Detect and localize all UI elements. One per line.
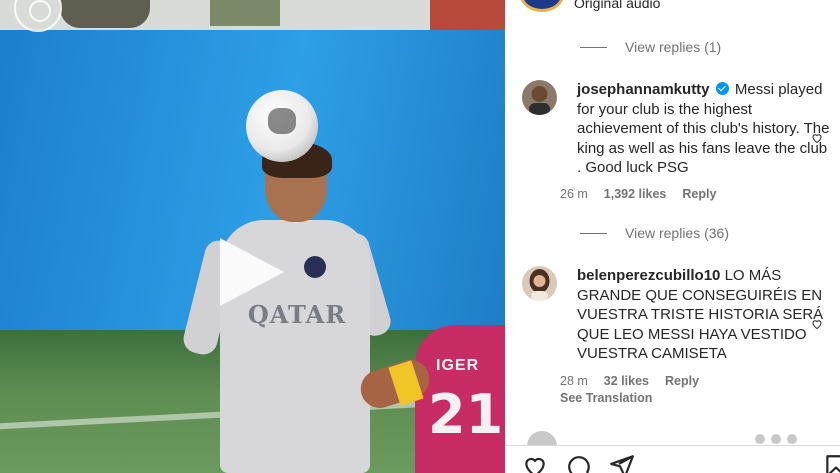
comments-panel[interactable]: Original audio View replies (1) josephan…: [505, 0, 840, 473]
comment-icon[interactable]: [565, 453, 591, 473]
view-replies-label: View replies (1): [625, 39, 722, 55]
play-icon: [220, 238, 284, 306]
action-bar: [505, 445, 840, 473]
comment-meta: 28 m 32 likes Reply: [560, 374, 699, 388]
comment-text: josephannamkutty Messi played for your c…: [577, 80, 832, 178]
football: [246, 90, 318, 162]
opponent-number: 21: [428, 383, 504, 446]
avatar-image: [522, 80, 557, 115]
avatar[interactable]: [522, 266, 557, 301]
comment-likes[interactable]: 1,392 likes: [604, 187, 667, 201]
video-player[interactable]: QATAR IGER 21: [0, 0, 505, 473]
opponent-name: IGER: [436, 357, 480, 374]
heart-icon[interactable]: [522, 453, 548, 473]
view-replies-button[interactable]: View replies (36): [580, 225, 729, 241]
view-replies-button[interactable]: View replies (1): [580, 39, 721, 55]
comment-username[interactable]: belenperezcubillo10: [577, 267, 720, 284]
comment-time: 26 m: [560, 187, 588, 201]
crowd-shape: [60, 0, 150, 28]
comment-likes[interactable]: 32 likes: [604, 374, 649, 388]
view-replies-label: View replies (36): [625, 225, 730, 241]
verified-badge-icon: [715, 82, 729, 95]
crowd-shape: [210, 0, 280, 26]
reply-button[interactable]: Reply: [682, 187, 716, 201]
avatar[interactable]: [522, 80, 557, 115]
comment-username[interactable]: josephannamkutty: [577, 81, 710, 98]
stadium-crowd: [0, 0, 505, 30]
bookmark-icon[interactable]: [823, 453, 840, 473]
audio-label[interactable]: Original audio: [574, 0, 660, 11]
opponent-player: IGER 21: [355, 325, 505, 473]
comment-meta: 26 m 1,392 likes Reply: [560, 187, 716, 201]
reply-button[interactable]: Reply: [665, 374, 699, 388]
avatar-image: [522, 266, 557, 301]
heart-icon[interactable]: [811, 132, 823, 144]
comment-text: belenperezcubillo10 LO MÁS GRANDE QUE CO…: [577, 266, 832, 364]
see-translation-button[interactable]: See Translation: [560, 391, 652, 405]
replies-divider: [580, 46, 607, 48]
heart-icon[interactable]: [811, 318, 823, 330]
crowd-shape: [430, 0, 505, 30]
jersey-badge-icon: [304, 256, 326, 278]
share-icon[interactable]: [609, 453, 635, 473]
replies-divider: [580, 232, 607, 234]
audio-avatar[interactable]: [520, 0, 564, 12]
comment-time: 28 m: [560, 374, 588, 388]
loading-placeholder: [755, 434, 797, 444]
play-button[interactable]: [214, 236, 286, 308]
